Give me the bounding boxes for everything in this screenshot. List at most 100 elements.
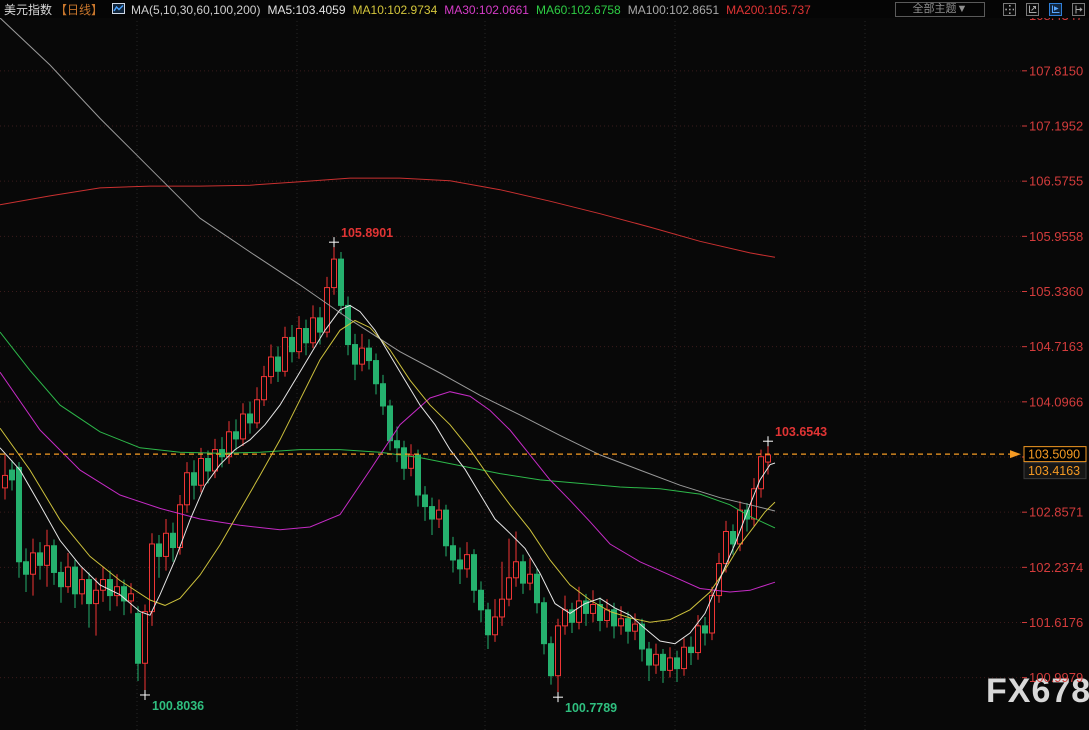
chart-header: 美元指数 【日线】 MA(5,10,30,60,100,200) MA5:103… xyxy=(0,0,1089,18)
candle xyxy=(373,360,379,385)
candle xyxy=(261,376,267,401)
current-price-line xyxy=(0,450,1021,459)
candle xyxy=(268,356,274,378)
candle xyxy=(380,383,386,407)
candle xyxy=(422,494,428,508)
line-chart-icon xyxy=(112,2,126,17)
crosshair-grid-icon[interactable] xyxy=(1003,3,1016,16)
candle xyxy=(352,344,358,365)
extreme-price-label: 105.8901 xyxy=(341,226,393,240)
candle xyxy=(23,561,29,575)
ma200-line xyxy=(0,177,776,258)
ma200-value: MA200:105.737 xyxy=(726,2,811,17)
candle xyxy=(674,657,680,670)
candle xyxy=(86,579,92,605)
candle xyxy=(618,618,624,627)
candle xyxy=(646,648,652,666)
candle xyxy=(58,571,64,588)
candle xyxy=(436,509,442,520)
axis-tick-label: 102.8571 xyxy=(1029,505,1083,520)
candle xyxy=(751,488,757,520)
axis-tick-label: 101.6176 xyxy=(1029,615,1083,630)
candle xyxy=(464,554,470,570)
candle xyxy=(513,561,519,579)
candle xyxy=(534,573,540,604)
candle xyxy=(457,559,463,570)
candle xyxy=(79,579,85,595)
extreme-price-label: 100.7789 xyxy=(565,701,617,715)
gridlines xyxy=(0,15,1022,730)
candle xyxy=(338,258,344,306)
candle xyxy=(730,531,736,545)
candle xyxy=(478,589,484,611)
candle xyxy=(72,566,78,595)
current-price-tag: 103.5090 xyxy=(1028,448,1080,462)
axis-tick-label: 100.9979 xyxy=(1029,670,1083,685)
candle xyxy=(9,469,15,481)
ma-lines xyxy=(0,17,776,645)
candle xyxy=(303,328,309,344)
axis-tick-label: 105.3360 xyxy=(1029,284,1083,299)
candle xyxy=(576,600,582,623)
axis-tick-label: 105.9558 xyxy=(1029,229,1083,244)
ma10-value: MA10:102.9734 xyxy=(352,2,438,17)
candle xyxy=(723,531,729,565)
candle xyxy=(247,413,253,424)
candle xyxy=(695,625,701,654)
candle xyxy=(443,509,449,547)
candle xyxy=(555,625,561,677)
candle xyxy=(429,506,435,520)
candle xyxy=(135,612,141,664)
axis-tick-label: 107.8150 xyxy=(1029,63,1083,78)
candle xyxy=(37,552,43,566)
candle xyxy=(688,646,694,654)
theme-dropdown[interactable]: 全部主题▼ xyxy=(895,2,985,17)
candle xyxy=(331,258,337,289)
candle xyxy=(632,623,638,632)
candle xyxy=(499,598,505,618)
scale-frame-icon[interactable] xyxy=(1026,3,1039,16)
candle xyxy=(359,347,365,365)
candle xyxy=(492,616,498,636)
candle xyxy=(702,625,708,634)
candle xyxy=(394,440,400,449)
candle xyxy=(485,609,491,636)
candle xyxy=(121,586,127,602)
candle xyxy=(387,405,393,442)
ma5-line xyxy=(0,304,776,645)
candle xyxy=(520,561,526,584)
candle xyxy=(233,431,239,440)
candle xyxy=(163,532,169,557)
candle xyxy=(548,643,554,677)
candle xyxy=(296,328,302,353)
candle xyxy=(667,657,673,671)
candle xyxy=(128,593,134,602)
candle xyxy=(240,413,246,440)
auto-scale-icon[interactable] xyxy=(1049,3,1062,16)
candle xyxy=(93,589,99,605)
candle xyxy=(758,456,764,490)
price-arrow-icon xyxy=(1010,450,1021,459)
candle xyxy=(681,646,687,670)
candle xyxy=(366,347,372,362)
candle xyxy=(191,472,197,486)
candlestick-chart[interactable]: FX678105.8901103.6543100.8036100.7789108… xyxy=(0,0,1089,730)
candle xyxy=(275,356,281,372)
axis-tick-label: 102.2374 xyxy=(1029,560,1083,575)
candle xyxy=(2,474,8,489)
extreme-price-label: 103.6543 xyxy=(775,425,827,439)
candle xyxy=(107,579,113,597)
candle xyxy=(506,577,512,600)
ma-settings-label: MA(5,10,30,60,100,200) xyxy=(131,2,261,17)
candle xyxy=(289,336,295,353)
extreme-price-label: 100.8036 xyxy=(152,699,204,713)
candle xyxy=(317,317,323,333)
axis-tick-label: 107.1952 xyxy=(1029,118,1083,133)
ma30-line xyxy=(0,371,776,593)
candle xyxy=(205,458,211,472)
pan-latest-icon[interactable] xyxy=(1072,3,1085,16)
candle xyxy=(30,552,36,575)
axis-tick-label: 104.7163 xyxy=(1029,339,1083,354)
candle xyxy=(170,532,176,549)
ma100-value: MA100:102.8651 xyxy=(627,2,720,17)
